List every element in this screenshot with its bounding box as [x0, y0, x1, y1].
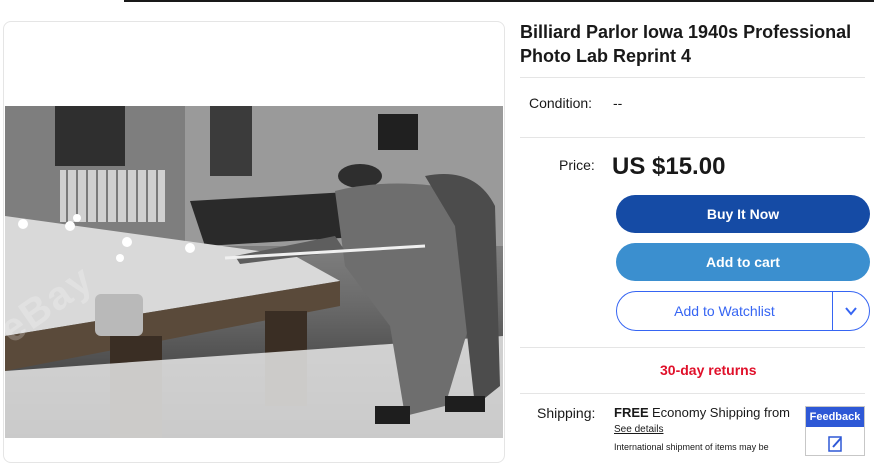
chevron-down-icon: [845, 307, 857, 316]
title-divider: [520, 77, 865, 78]
price-label: Price:: [559, 157, 595, 173]
header-rule: [124, 0, 874, 2]
feedback-label: Feedback: [806, 407, 864, 427]
returns-policy: 30-day returns: [660, 362, 757, 378]
shipping-free: FREE: [614, 405, 649, 420]
condition-value: --: [613, 95, 623, 111]
image-gallery[interactable]: eBay: [3, 21, 505, 463]
international-shipping-note: International shipment of items may be: [614, 442, 769, 452]
buy-it-now-button[interactable]: Buy It Now: [616, 195, 870, 233]
condition-divider: [520, 137, 865, 138]
add-to-cart-button[interactable]: Add to cart: [616, 243, 870, 281]
buttons-divider: [520, 347, 865, 348]
shipping-label: Shipping:: [537, 405, 596, 421]
returns-divider: [520, 393, 865, 394]
shipping-description: Economy Shipping from: [652, 405, 791, 420]
listing-title: Billiard Parlor Iowa 1940s Professional …: [520, 22, 852, 66]
price-value: US $15.00: [612, 153, 726, 180]
see-details-link[interactable]: See details: [614, 424, 663, 435]
watchlist-dropdown-button[interactable]: [832, 292, 869, 330]
watchlist-control: Add to Watchlist: [616, 291, 870, 331]
feedback-widget[interactable]: Feedback: [805, 406, 865, 456]
add-to-watchlist-button[interactable]: Add to Watchlist: [617, 292, 832, 330]
condition-label: Condition:: [529, 95, 593, 111]
pencil-note-icon: [828, 436, 842, 452]
listing-photo[interactable]: eBay: [5, 106, 503, 438]
